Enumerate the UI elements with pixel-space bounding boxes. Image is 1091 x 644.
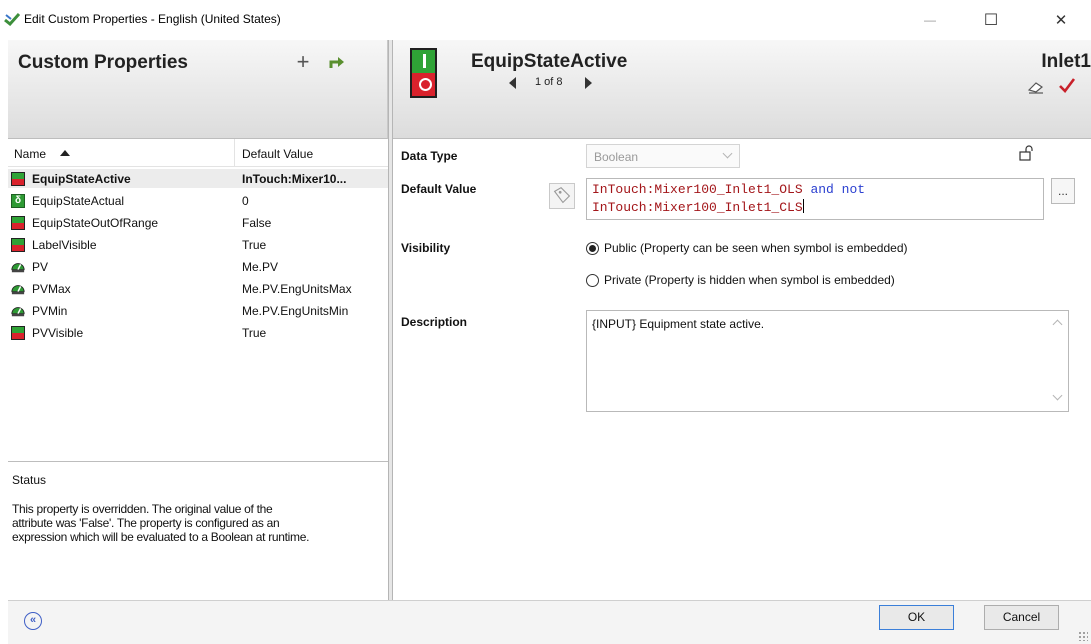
property-name-cell: PV — [32, 260, 49, 274]
private-radio-button[interactable] — [586, 273, 599, 287]
list-column-header: Name Default Value — [8, 139, 388, 167]
property-name-cell: LabelVisible — [32, 238, 97, 252]
custom-properties-title: Custom Properties — [18, 52, 188, 73]
public-radio-label: Public (Property can be seen when symbol… — [604, 241, 908, 255]
close-icon: ✕ — [1054, 12, 1068, 29]
list-item[interactable]: PVMax Me.PV.EngUnitsMax — [8, 279, 388, 298]
custom-properties-header: Custom Properties + — [8, 40, 388, 139]
maximize-button[interactable]: ☐ — [968, 0, 1014, 40]
app-icon — [4, 12, 20, 26]
default-value-cell: True — [242, 326, 267, 340]
list-item[interactable]: PVVisible True — [8, 323, 388, 342]
default-value-column-header[interactable]: Default Value — [242, 147, 313, 161]
data-type-label: Data Type — [401, 149, 458, 163]
list-item[interactable]: δ EquipStateActual 0 — [8, 191, 388, 210]
next-arrow-icon[interactable] — [585, 77, 592, 89]
default-value-cell: 0 — [242, 194, 249, 208]
property-navigation-count: 1 of 8 — [535, 76, 563, 88]
private-radio-option[interactable]: Private (Property is hidden when symbol … — [586, 273, 895, 287]
revert-icon[interactable] — [328, 54, 346, 70]
sort-ascending-icon — [60, 150, 70, 156]
list-item[interactable]: EquipStateActive InTouch:Mixer10... — [8, 169, 388, 188]
expression-reference: InTouch:Mixer100_Inlet1_CLS — [592, 200, 803, 215]
edit-custom-properties-window: Edit Custom Properties - English (United… — [0, 0, 1091, 644]
data-type-value: Boolean — [594, 150, 639, 164]
default-value-cell: True — [242, 238, 267, 252]
scroll-down-icon[interactable] — [1052, 390, 1063, 401]
boolean-icon — [11, 216, 25, 230]
property-name-cell: PVVisible — [32, 326, 84, 340]
list-item[interactable]: PV Me.PV — [8, 257, 388, 276]
property-name-cell: PVMax — [32, 282, 71, 296]
expression-editor-button[interactable]: ... — [1051, 178, 1075, 204]
property-name-cell: EquipStateOutOfRange — [32, 216, 159, 230]
private-radio-label: Private (Property is hidden when symbol … — [604, 273, 895, 287]
description-label: Description — [401, 315, 468, 329]
status-title: Status — [12, 473, 47, 487]
data-type-select[interactable]: Boolean — [586, 144, 740, 168]
property-editor-form: Data Type Boolean Default Value InTouch:… — [393, 139, 1091, 600]
collapse-panel-icon[interactable]: « — [24, 612, 42, 630]
dialog-footer: « OK Cancel — [8, 600, 1091, 644]
default-value-cell: InTouch:Mixer10... — [242, 172, 347, 186]
status-line: This property is overridden. The origina… — [12, 502, 273, 516]
resize-grip-icon[interactable] — [1078, 631, 1088, 641]
cancel-button[interactable]: Cancel — [984, 605, 1059, 630]
status-line: expression which will be evaluated to a … — [12, 530, 310, 544]
text-cursor — [802, 199, 804, 213]
property-header: EquipStateActive 1 of 8 Inlet1 — [393, 40, 1091, 139]
owner-name: Inlet1 — [1041, 51, 1091, 72]
default-value-label: Default Value — [401, 182, 477, 196]
minimize-button[interactable]: — — [907, 0, 953, 40]
analog-icon — [11, 263, 25, 273]
reference-browser-button[interactable] — [549, 183, 575, 209]
public-radio-option[interactable]: Public (Property can be seen when symbol… — [586, 241, 908, 255]
property-list: Name Default Value EquipStateActive InTou… — [8, 139, 388, 461]
eraser-icon[interactable] — [1027, 80, 1045, 94]
property-name: EquipStateActive — [471, 51, 628, 72]
description-textarea[interactable]: {INPUT} Equipment state active. — [586, 310, 1069, 412]
previous-arrow-icon[interactable] — [509, 77, 516, 89]
public-radio-button[interactable] — [586, 241, 599, 255]
property-name-cell: PVMin — [32, 304, 68, 318]
minimize-icon: — — [924, 13, 936, 27]
status-text: This property is overridden. The origina… — [12, 502, 384, 544]
close-button[interactable]: ✕ — [1038, 0, 1084, 40]
window-title: Edit Custom Properties - English (United… — [24, 12, 281, 26]
property-name-cell: EquipStateActive — [32, 172, 131, 186]
description-text: {INPUT} Equipment state active. — [592, 317, 765, 331]
default-value-cell: Me.PV — [242, 260, 279, 274]
boolean-switch-icon — [410, 48, 437, 98]
ok-button[interactable]: OK — [879, 605, 954, 630]
integer-icon: δ — [11, 194, 25, 208]
status-line: attribute was 'False'. The property is c… — [12, 516, 280, 530]
list-item[interactable]: EquipStateOutOfRange False — [8, 213, 388, 232]
expression-reference: InTouch:Mixer100_Inlet1_OLS — [592, 182, 803, 197]
analog-icon — [11, 285, 25, 295]
default-value-cell: False — [242, 216, 272, 230]
scroll-up-icon[interactable] — [1052, 319, 1063, 330]
add-property-button[interactable]: + — [292, 49, 314, 75]
analog-icon — [11, 307, 25, 317]
list-item[interactable]: LabelVisible True — [8, 235, 388, 254]
name-column-header[interactable]: Name — [14, 147, 46, 161]
tag-icon — [553, 187, 571, 204]
default-value-expression-input[interactable]: InTouch:Mixer100_Inlet1_OLS and not InTo… — [586, 178, 1044, 220]
list-item[interactable]: PVMin Me.PV.EngUnitsMin — [8, 301, 388, 320]
default-value-cell: Me.PV.EngUnitsMin — [242, 304, 349, 318]
status-pane: Status This property is overridden. The … — [8, 461, 388, 600]
maximize-icon: ☐ — [983, 12, 999, 29]
boolean-icon — [11, 326, 25, 340]
checkmark-icon[interactable] — [1058, 76, 1076, 94]
boolean-icon — [11, 172, 25, 186]
boolean-icon — [11, 238, 25, 252]
title-bar: Edit Custom Properties - English (United… — [0, 0, 1091, 40]
expression-keyword: and not — [802, 182, 866, 197]
chevron-down-icon — [722, 148, 733, 159]
visibility-label: Visibility — [401, 241, 451, 255]
property-name-cell: EquipStateActual — [32, 194, 125, 208]
default-value-cell: Me.PV.EngUnitsMax — [242, 282, 352, 296]
unlocked-padlock-icon[interactable] — [1019, 145, 1033, 161]
